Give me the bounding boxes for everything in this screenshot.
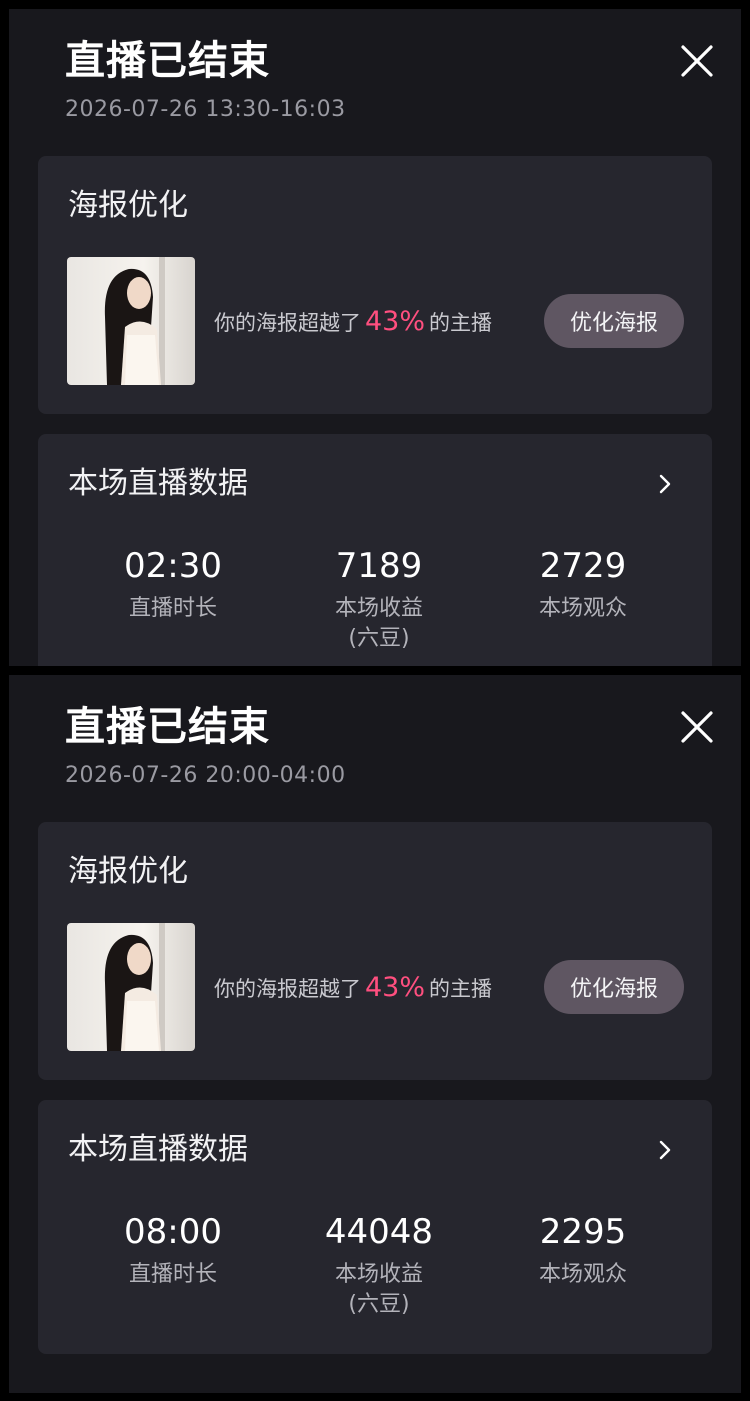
live-ended-screen-2: 直播已结束 2026-07-26 20:00-04:00 海报优化 你的海报超越… — [9, 675, 741, 1393]
optimize-poster-button[interactable]: 优化海报 — [544, 294, 684, 348]
close-icon[interactable] — [677, 41, 717, 81]
stat-audience-value: 2295 — [539, 1212, 627, 1252]
poster-rank-prefix: 你的海报超越了 — [214, 977, 361, 1001]
poster-rank-percent: 43% — [365, 306, 426, 337]
poster-rank-text: 你的海报超越了 43% 的主播 — [214, 970, 492, 1007]
stat-audience: 2729 本场观众 — [483, 544, 683, 624]
poster-rank-text: 你的海报超越了 43% 的主播 — [214, 304, 492, 341]
stat-duration: 02:30 直播时长 — [73, 544, 273, 624]
poster-card-title: 海报优化 — [68, 854, 188, 889]
poster-thumbnail — [67, 257, 195, 385]
live-data-card[interactable]: 本场直播数据 02:30 直播时长 7189 本场收益 (六豆) 2729 本场… — [38, 434, 712, 666]
live-data-title: 本场直播数据 — [68, 466, 248, 501]
live-data-card[interactable]: 本场直播数据 08:00 直播时长 44048 本场收益 (六豆) 2295 本… — [38, 1100, 712, 1354]
live-time-range: 2026-07-26 13:30-16:03 — [65, 97, 346, 122]
stat-revenue-unit: (六豆) — [348, 1292, 410, 1317]
stat-audience: 2295 本场观众 — [483, 1210, 683, 1290]
stat-revenue-label: 本场收益 — [334, 596, 423, 621]
stat-revenue-label: 本场收益 — [334, 1262, 423, 1287]
stat-duration-label: 直播时长 — [128, 596, 217, 621]
live-time-range: 2026-07-26 20:00-04:00 — [65, 763, 346, 788]
live-data-title: 本场直播数据 — [68, 1132, 248, 1167]
optimize-poster-button[interactable]: 优化海报 — [544, 960, 684, 1014]
chevron-right-icon[interactable] — [653, 472, 677, 496]
stat-revenue-value: 7189 — [335, 546, 423, 586]
poster-rank-percent: 43% — [365, 972, 426, 1003]
stat-duration-value: 02:30 — [124, 546, 222, 586]
live-ended-screen-1: 直播已结束 2026-07-26 13:30-16:03 海报优化 你的海报超越… — [9, 9, 741, 666]
stat-revenue: 44048 本场收益 (六豆) — [279, 1210, 479, 1320]
page-title: 直播已结束 — [65, 704, 270, 750]
poster-optimization-card: 海报优化 你的海报超越了 43% 的主播 优化海报 — [38, 156, 712, 414]
stat-audience-label: 本场观众 — [538, 1262, 627, 1287]
stat-revenue-unit: (六豆) — [348, 626, 410, 651]
poster-rank-suffix: 的主播 — [429, 977, 493, 1001]
stat-revenue-value: 44048 — [324, 1212, 434, 1252]
stat-duration-label: 直播时长 — [128, 1262, 217, 1287]
stat-duration: 08:00 直播时长 — [73, 1210, 273, 1290]
poster-rank-prefix: 你的海报超越了 — [214, 311, 361, 335]
poster-optimization-card: 海报优化 你的海报超越了 43% 的主播 优化海报 — [38, 822, 712, 1080]
stat-audience-value: 2729 — [539, 546, 627, 586]
chevron-right-icon[interactable] — [653, 1138, 677, 1162]
stat-audience-label: 本场观众 — [538, 596, 627, 621]
poster-card-title: 海报优化 — [68, 188, 188, 223]
poster-rank-suffix: 的主播 — [429, 311, 493, 335]
poster-thumbnail — [67, 923, 195, 1051]
stat-duration-value: 08:00 — [124, 1212, 222, 1252]
stat-revenue: 7189 本场收益 (六豆) — [279, 544, 479, 654]
page-title: 直播已结束 — [65, 38, 270, 84]
close-icon[interactable] — [677, 707, 717, 747]
